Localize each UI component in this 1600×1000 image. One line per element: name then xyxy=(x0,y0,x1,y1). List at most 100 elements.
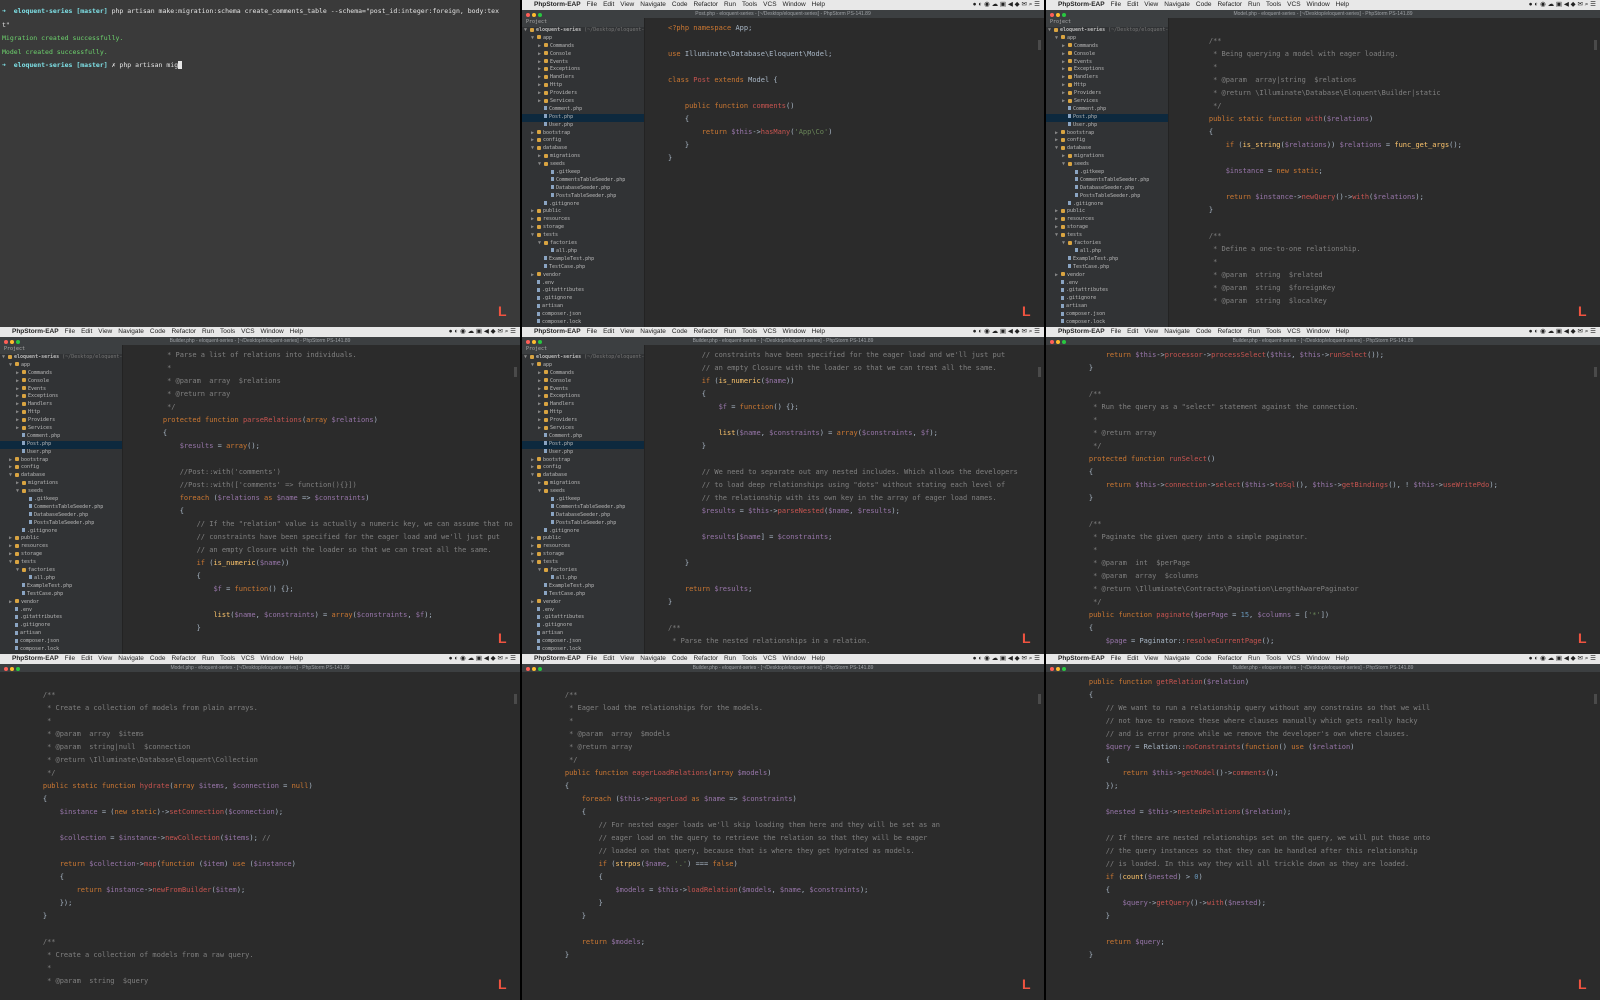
menu-item-file[interactable]: File xyxy=(587,654,597,664)
menu-item-code[interactable]: Code xyxy=(672,0,688,10)
code-editor[interactable]: <?php namespace App; use Illuminate\Data… xyxy=(648,22,1044,327)
tree-folder[interactable]: ▶ Events xyxy=(522,59,644,67)
app-menu[interactable]: PhpStorm-EAP xyxy=(12,654,59,664)
tree-folder[interactable]: ▶ Commands xyxy=(522,43,644,51)
menu-item-code[interactable]: Code xyxy=(1196,0,1212,10)
menu-item-edit[interactable]: Edit xyxy=(1127,654,1138,664)
menu-item-code[interactable]: Code xyxy=(150,654,166,664)
minimize-button[interactable] xyxy=(1056,667,1060,671)
tree-file[interactable]: PostsTableSeeder.php xyxy=(0,520,122,528)
menu-item-code[interactable]: Code xyxy=(1196,654,1212,664)
tree-folder[interactable]: ▶ storage xyxy=(0,551,122,559)
menu-item-navigate[interactable]: Navigate xyxy=(1164,327,1190,337)
window-controls[interactable] xyxy=(1050,339,1068,345)
tree-file[interactable]: .gitignore xyxy=(1046,201,1168,209)
menu-item-refactor[interactable]: Refactor xyxy=(1217,654,1242,664)
tree-folder[interactable]: ▶ Handlers xyxy=(522,401,644,409)
tree-folder[interactable]: ▶ storage xyxy=(522,224,644,232)
tree-folder[interactable]: ▶ migrations xyxy=(0,480,122,488)
tree-file[interactable]: artisan xyxy=(522,630,644,638)
tree-folder[interactable]: ▶ storage xyxy=(1046,224,1168,232)
tree-folder[interactable]: ▶ Commands xyxy=(522,370,644,378)
tree-file[interactable]: User.php xyxy=(522,449,644,457)
status-icons[interactable]: ● ◐ ◉ ☁ ▣ ◀ ◆ ✉ ⌕ ☰ xyxy=(1529,0,1596,10)
tree-file[interactable]: .gitkeep xyxy=(522,496,644,504)
tree-folder[interactable]: ▶ Providers xyxy=(522,417,644,425)
tree-folder[interactable]: ▶ vendor xyxy=(1046,272,1168,280)
tree-folder[interactable]: ▼ tests xyxy=(522,232,644,240)
menu-item-view[interactable]: View xyxy=(1144,654,1158,664)
status-icons[interactable]: ● ◐ ◉ ☁ ▣ ◀ ◆ ✉ ⌕ ☰ xyxy=(449,327,516,337)
code-editor[interactable]: return $this->processor->processSelect($… xyxy=(1052,349,1600,654)
close-button[interactable] xyxy=(1050,13,1054,17)
tree-folder[interactable]: ▼ app xyxy=(1046,35,1168,43)
menu-item-help[interactable]: Help xyxy=(812,327,825,337)
app-menu[interactable]: PhpStorm-EAP xyxy=(1058,327,1105,337)
close-button[interactable] xyxy=(1050,667,1054,671)
tree-file[interactable]: composer.lock xyxy=(0,646,122,654)
zoom-button[interactable] xyxy=(1062,13,1066,17)
menu-item-view[interactable]: View xyxy=(620,327,634,337)
tree-folder[interactable]: ▶ vendor xyxy=(0,599,122,607)
menu-item-navigate[interactable]: Navigate xyxy=(1164,0,1190,10)
menu-item-run[interactable]: Run xyxy=(202,654,214,664)
tree-file[interactable]: .gitignore xyxy=(522,528,644,536)
tree-folder[interactable]: ▶ public xyxy=(1046,208,1168,216)
tree-folder[interactable]: ▶ Console xyxy=(522,378,644,386)
tree-folder[interactable]: ▶ vendor xyxy=(522,272,644,280)
tree-file[interactable]: TestCase.php xyxy=(1046,264,1168,272)
tree-file[interactable]: .env xyxy=(0,607,122,615)
tree-folder[interactable]: ▶ Http xyxy=(1046,82,1168,90)
menu-item-help[interactable]: Help xyxy=(812,0,825,10)
close-button[interactable] xyxy=(526,13,530,17)
minimize-button[interactable] xyxy=(10,340,14,344)
tree-folder[interactable]: ▼ seeds xyxy=(0,488,122,496)
menu-item-file[interactable]: File xyxy=(1111,654,1121,664)
menu-item-edit[interactable]: Edit xyxy=(603,327,614,337)
menu-item-run[interactable]: Run xyxy=(1248,0,1260,10)
tree-root[interactable]: ▼eloquent-series (~/Desktop/eloquent-ser… xyxy=(522,27,644,35)
tree-file[interactable]: all.php xyxy=(522,248,644,256)
window-controls[interactable] xyxy=(4,666,22,672)
project-tree[interactable]: Project ▼ eloquent-series (~/Desktop/eloqu… xyxy=(522,18,645,327)
tree-file[interactable]: CommentsTableSeeder.php xyxy=(522,177,644,185)
minimize-button[interactable] xyxy=(532,13,536,17)
project-tree[interactable]: Project ▼ eloquent-series (~/Desktop/eloqu… xyxy=(1046,18,1169,327)
menu-item-vcs[interactable]: VCS xyxy=(1287,0,1300,10)
window-controls[interactable] xyxy=(1050,666,1068,672)
minimize-button[interactable] xyxy=(10,667,14,671)
tree-folder[interactable]: ▶ Providers xyxy=(522,90,644,98)
menu-item-navigate[interactable]: Navigate xyxy=(118,327,144,337)
menu-item-edit[interactable]: Edit xyxy=(81,327,92,337)
tree-folder[interactable]: ▶ Console xyxy=(522,51,644,59)
menu-item-code[interactable]: Code xyxy=(150,327,166,337)
tree-folder[interactable]: ▼ tests xyxy=(1046,232,1168,240)
code-editor[interactable]: // constraints have been specified for t… xyxy=(648,349,1044,654)
menu-item-view[interactable]: View xyxy=(98,327,112,337)
code-editor[interactable]: /** * Create a collection of models from… xyxy=(6,676,520,1000)
tree-file[interactable]: ExampleTest.php xyxy=(0,583,122,591)
app-menu[interactable]: PhpStorm-EAP xyxy=(534,327,581,337)
menu-item-tools[interactable]: Tools xyxy=(742,0,757,10)
code-editor[interactable]: /** * Eager load the relationships for t… xyxy=(528,676,1044,1000)
tree-folder[interactable]: ▶ Commands xyxy=(1046,43,1168,51)
tree-file[interactable]: composer.lock xyxy=(522,319,644,327)
zoom-button[interactable] xyxy=(538,340,542,344)
tree-file[interactable]: composer.json xyxy=(0,638,122,646)
tree-folder[interactable]: ▶ Console xyxy=(1046,51,1168,59)
project-tree[interactable]: Project ▼ eloquent-series (~/Desktop/eloqu… xyxy=(0,345,123,654)
tree-folder[interactable]: ▶ Http xyxy=(522,409,644,417)
tree-file[interactable]: Post.php xyxy=(522,440,644,449)
tree-file[interactable]: artisan xyxy=(522,303,644,311)
tree-folder[interactable]: ▶ resources xyxy=(0,543,122,551)
scrollbar-thumb[interactable] xyxy=(1594,694,1597,704)
tree-file[interactable]: PostsTableSeeder.php xyxy=(522,193,644,201)
tree-file[interactable]: all.php xyxy=(1046,248,1168,256)
menu-item-help[interactable]: Help xyxy=(1336,654,1349,664)
tree-folder[interactable]: ▶ public xyxy=(522,208,644,216)
tree-folder[interactable]: ▶ Exceptions xyxy=(0,393,122,401)
tree-folder[interactable]: ▶ Exceptions xyxy=(522,66,644,74)
tree-file[interactable]: DatabaseSeeder.php xyxy=(522,185,644,193)
tree-folder[interactable]: ▼ factories xyxy=(522,240,644,248)
menu-item-edit[interactable]: Edit xyxy=(1127,327,1138,337)
